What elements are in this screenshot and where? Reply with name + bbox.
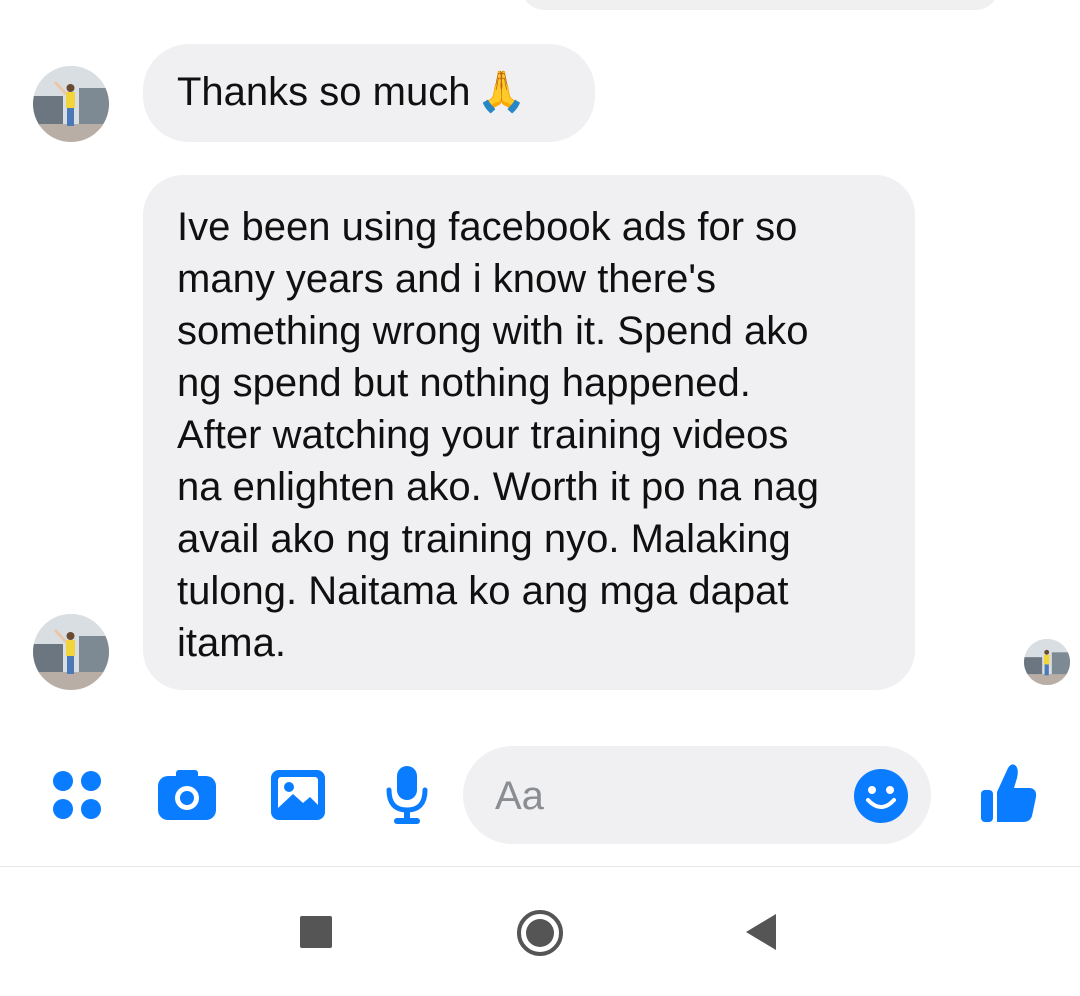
message-input-placeholder: Aa (495, 774, 544, 818)
seen-receipt-avatar (1024, 639, 1070, 685)
avatar-photo (33, 66, 109, 142)
contact-avatar[interactable] (33, 614, 109, 690)
gallery-icon[interactable] (269, 768, 327, 822)
message-text: Thanks so much (177, 70, 471, 114)
camera-icon[interactable] (156, 766, 218, 824)
home-icon[interactable] (515, 908, 565, 958)
message-bubble[interactable]: Ive been using facebook ads for so many … (143, 175, 915, 690)
microphone-icon[interactable] (384, 764, 430, 826)
previous-message-bubble (520, 0, 1000, 10)
avatar-photo (1024, 639, 1070, 685)
back-icon[interactable] (744, 912, 778, 952)
avatar-photo (33, 614, 109, 690)
praying-hands-emoji: 🙏 (476, 70, 527, 114)
message-line: avail ako ng training nyo. Malaking (177, 517, 791, 561)
emoji-icon[interactable] (853, 768, 909, 824)
message-line: itama. (177, 621, 286, 665)
contact-avatar[interactable] (33, 66, 109, 142)
message-line: ng spend but nothing happened. (177, 361, 751, 405)
message-line: something wrong with it. Spend ako (177, 309, 809, 353)
message-line: Ive been using facebook ads for so (177, 205, 798, 249)
message-bubble[interactable]: Thanks so much 🙏 (143, 44, 595, 142)
message-line: tulong. Naitama ko ang mga dapat (177, 569, 789, 613)
menu-grid-icon[interactable] (48, 766, 106, 824)
message-line: After watching your training videos (177, 413, 789, 457)
thumbs-up-icon[interactable] (978, 762, 1038, 824)
message-line: na enlighten ako. Worth it po na nag (177, 465, 819, 509)
recents-icon[interactable] (300, 916, 332, 948)
message-line: many years and i know there's (177, 257, 717, 301)
